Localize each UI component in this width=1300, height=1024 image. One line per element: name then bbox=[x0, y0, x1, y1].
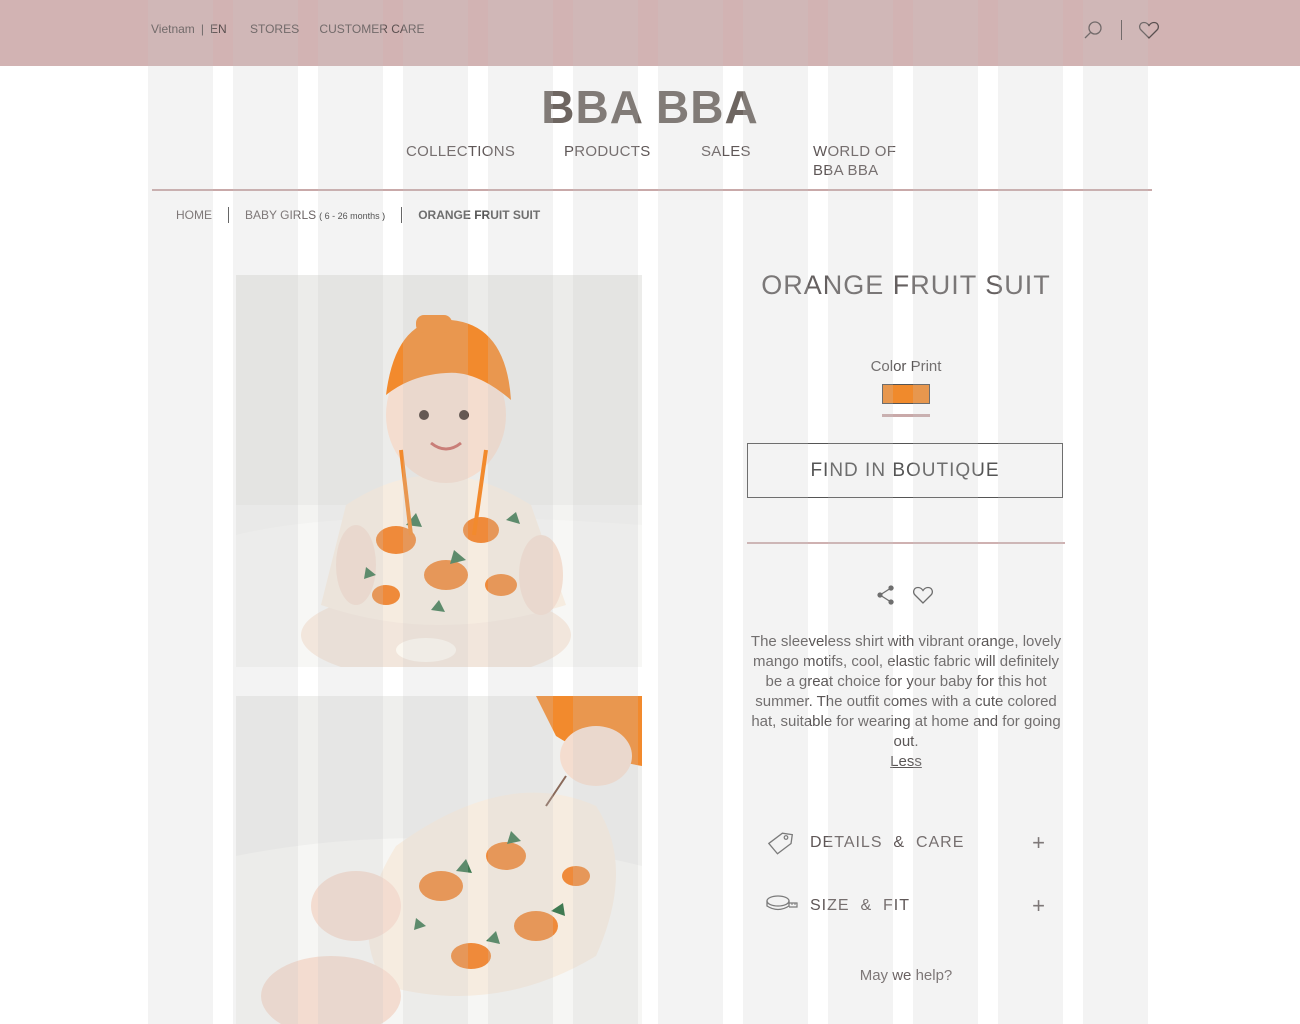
breadcrumb-separator bbox=[228, 207, 229, 223]
icon-divider bbox=[1120, 20, 1122, 40]
help-link[interactable]: May we help? bbox=[745, 967, 1067, 984]
plus-icon[interactable]: + bbox=[1032, 830, 1045, 856]
breadcrumb-home[interactable]: HOME bbox=[176, 208, 212, 222]
language-separator: | bbox=[200, 22, 204, 36]
accordion-details-care-label: DETAILS & CARE bbox=[810, 834, 965, 851]
search-icon[interactable] bbox=[1082, 19, 1104, 41]
breadcrumb-category-label: BABY GIRLS bbox=[245, 208, 317, 222]
product-image-main[interactable] bbox=[236, 275, 642, 667]
product-description: The sleeveless shirt with vibrant orange… bbox=[750, 633, 1062, 750]
less-link[interactable]: Less bbox=[745, 753, 1067, 770]
language-selector[interactable]: EN bbox=[210, 22, 227, 36]
color-label: Color Print bbox=[870, 358, 942, 375]
product-image-secondary[interactable] bbox=[236, 696, 642, 1024]
breadcrumb-separator bbox=[401, 207, 403, 223]
info-divider bbox=[747, 542, 1065, 544]
top-bar: Vietnam | EN STORES CUSTOMER CARE bbox=[0, 0, 1300, 66]
nav-world-of-bba-bba[interactable]: WORLD OF BBA BBA bbox=[813, 142, 923, 180]
breadcrumb-current: ORANGE FRUIT SUIT bbox=[418, 208, 541, 222]
nav-divider bbox=[152, 189, 1152, 191]
product-title: ORANGE FRUIT SUIT bbox=[761, 270, 1051, 300]
nav-products[interactable]: PRODUCTS bbox=[564, 142, 651, 161]
breadcrumb-category[interactable]: BABY GIRLS( 6 - 26 months ) bbox=[245, 208, 385, 222]
top-icons bbox=[1082, 19, 1160, 43]
stores-link[interactable]: STORES bbox=[250, 22, 299, 36]
breadcrumb-category-age: ( 6 - 26 months ) bbox=[319, 211, 386, 221]
wishlist-heart-icon[interactable] bbox=[911, 583, 935, 609]
plus-icon[interactable]: + bbox=[1032, 893, 1045, 919]
accordion-details-care[interactable]: DETAILS & CARE + bbox=[765, 828, 1045, 858]
color-swatch-orange[interactable] bbox=[882, 384, 930, 404]
price-tag-icon bbox=[765, 828, 797, 858]
find-in-boutique-button[interactable]: FIND IN BOUTIQUE bbox=[747, 443, 1063, 498]
accordion-size-fit[interactable]: SIZE & FIT + bbox=[765, 891, 1045, 921]
main-nav: COLLECTIONS PRODUCTS SALES WORLD OF BBA … bbox=[0, 142, 1300, 188]
accordion-size-fit-label: SIZE & FIT bbox=[810, 897, 911, 914]
customer-care-link[interactable]: CUSTOMER CARE bbox=[319, 22, 424, 36]
measuring-tape-icon bbox=[765, 891, 798, 921]
site-logo[interactable]: BBA BBA bbox=[0, 80, 1300, 134]
nav-collections[interactable]: COLLECTIONS bbox=[406, 142, 515, 161]
heart-icon[interactable] bbox=[1138, 19, 1160, 41]
country-selector[interactable]: Vietnam bbox=[151, 22, 195, 36]
breadcrumb: HOME BABY GIRLS( 6 - 26 months ) ORANGE … bbox=[176, 207, 540, 223]
top-links: Vietnam | EN STORES CUSTOMER CARE bbox=[151, 22, 425, 36]
share-icon[interactable] bbox=[875, 583, 897, 609]
share-actions bbox=[875, 583, 935, 609]
swatch-selected-indicator bbox=[882, 414, 930, 417]
nav-sales[interactable]: SALES bbox=[701, 142, 751, 161]
